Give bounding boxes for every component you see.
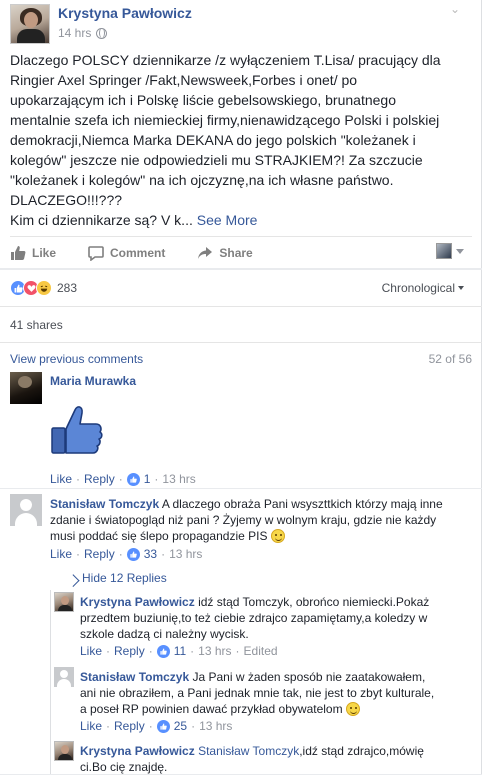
comment-like-link[interactable]: Like (50, 472, 72, 486)
reply-likes-count[interactable]: 25 (174, 719, 187, 733)
comment-likes-count[interactable]: 1 (144, 472, 151, 486)
reactions-summary[interactable]: 283 Chronological (10, 278, 472, 298)
identity-switcher[interactable] (436, 243, 464, 259)
like-reaction-icon (156, 644, 170, 658)
reply: Stanisław Tomczyk Ja Pani w żaden sposób… (54, 667, 472, 735)
chevron-up-icon (66, 573, 80, 587)
comments-counter: 52 of 56 (428, 352, 472, 366)
section-divider (0, 268, 482, 270)
reply-reply-link[interactable]: Reply (114, 719, 145, 733)
reply: Krystyna Pawłowicz idź stąd Tomczyk, obr… (54, 592, 472, 660)
reply-like-link[interactable]: Like (80, 644, 102, 658)
globe-icon (96, 27, 108, 39)
share-label: Share (219, 245, 253, 260)
reply-meta: Like · Reply · 25 · 13 hrs (80, 719, 233, 733)
edited-label[interactable]: Edited (244, 644, 278, 658)
post-timestamp[interactable]: 14 hrs (58, 26, 108, 40)
post-header: Krystyna Pawłowicz 14 hrs ⌄ (10, 0, 470, 44)
post-action-bar: Like Comment Share (10, 236, 472, 268)
reply-meta: Like · Reply · 11 · 13 hrs · Edited (80, 644, 278, 658)
reply: Krystyna Pawłowicz Stanisław Tomczyk,idź… (54, 741, 472, 775)
current-user-avatar (436, 243, 452, 259)
replier-name[interactable]: Stanisław Tomczyk (80, 670, 189, 684)
comment-meta: Like · Reply · 1 · 13 hrs (50, 472, 196, 486)
comment: Stanisław Tomczyk A dlaczego obraża Pani… (10, 494, 472, 570)
like-reaction-icon (126, 547, 140, 561)
replier-avatar[interactable] (54, 667, 74, 687)
hide-replies-label: Hide 12 Replies (82, 571, 167, 585)
comment-reply-link[interactable]: Reply (84, 547, 115, 561)
share-arrow-icon (198, 246, 213, 259)
author-name[interactable]: Krystyna Pawłowicz (58, 5, 192, 21)
chevron-down-icon (456, 248, 464, 254)
reply-time[interactable]: 13 hrs (198, 644, 231, 658)
hide-replies-toggle[interactable]: Hide 12 Replies (66, 571, 167, 587)
comment: Maria Murawka Like · Reply · 1 · 13 hrs (10, 372, 472, 490)
comment-meta: Like · Reply · 33 · 13 hrs (50, 547, 203, 561)
reply-time[interactable]: 13 hrs (199, 719, 232, 733)
previous-comments-row: View previous comments 52 of 56 (0, 342, 482, 372)
comment-reply-link[interactable]: Reply (84, 472, 115, 486)
reply-likes-count[interactable]: 11 (174, 644, 186, 658)
chevron-down-icon (458, 286, 464, 290)
comment-label: Comment (110, 245, 166, 260)
post-time-text[interactable]: 14 hrs (58, 26, 91, 40)
replier-avatar[interactable] (54, 592, 74, 612)
like-reaction-icon (126, 472, 140, 486)
haha-reaction-icon (36, 280, 52, 296)
mention-link[interactable]: Stanisław Tomczyk (198, 744, 299, 758)
smile-emoji-icon (270, 529, 285, 543)
comment-separator (0, 488, 482, 489)
like-button[interactable]: Like (10, 245, 56, 261)
like-reaction-icon (156, 719, 170, 733)
replier-avatar[interactable] (54, 741, 74, 761)
see-more-link[interactable]: See More (197, 212, 258, 228)
reactions-count[interactable]: 283 (57, 281, 77, 295)
confused-emoji-icon (345, 702, 360, 716)
view-previous-comments-link[interactable]: View previous comments (10, 352, 143, 366)
comment-time[interactable]: 13 hrs (169, 547, 202, 561)
comment-likes-count[interactable]: 33 (144, 547, 157, 561)
post-text-content: Dlaczego POLSCY dziennikarze /z wyłączen… (10, 52, 441, 228)
comment-time[interactable]: 13 hrs (162, 472, 195, 486)
commenter-avatar[interactable] (10, 372, 42, 404)
commenter-name[interactable]: Stanisław Tomczyk (50, 497, 159, 511)
facebook-post-card: Krystyna Pawłowicz 14 hrs ⌄ Dlaczego POL… (0, 0, 482, 774)
reply-like-link[interactable]: Like (80, 719, 102, 733)
post-options-chevron-icon[interactable]: ⌄ (450, 2, 460, 16)
comment-order-label: Chronological (381, 281, 455, 295)
shares-row: 41 shares (0, 306, 482, 342)
comment-bubble-icon (88, 245, 104, 261)
like-thumb-icon (11, 245, 26, 260)
author-avatar[interactable] (10, 4, 50, 44)
commenter-name[interactable]: Maria Murawka (50, 374, 136, 388)
comment-button[interactable]: Comment (88, 245, 165, 261)
thumbs-up-sticker-icon (51, 406, 103, 454)
comment-like-link[interactable]: Like (50, 547, 72, 561)
replier-name[interactable]: Krystyna Pawłowicz (80, 744, 195, 758)
post-text: Dlaczego POLSCY dziennikarze /z wyłączen… (10, 50, 472, 230)
comment-order-dropdown[interactable]: Chronological (382, 281, 464, 295)
reply-reply-link[interactable]: Reply (114, 644, 145, 658)
replier-name[interactable]: Krystyna Pawłowicz (80, 595, 195, 609)
like-label: Like (32, 245, 57, 260)
share-button[interactable]: Share (197, 245, 253, 261)
commenter-avatar[interactable] (10, 494, 42, 526)
shares-count[interactable]: 41 shares (10, 318, 63, 332)
